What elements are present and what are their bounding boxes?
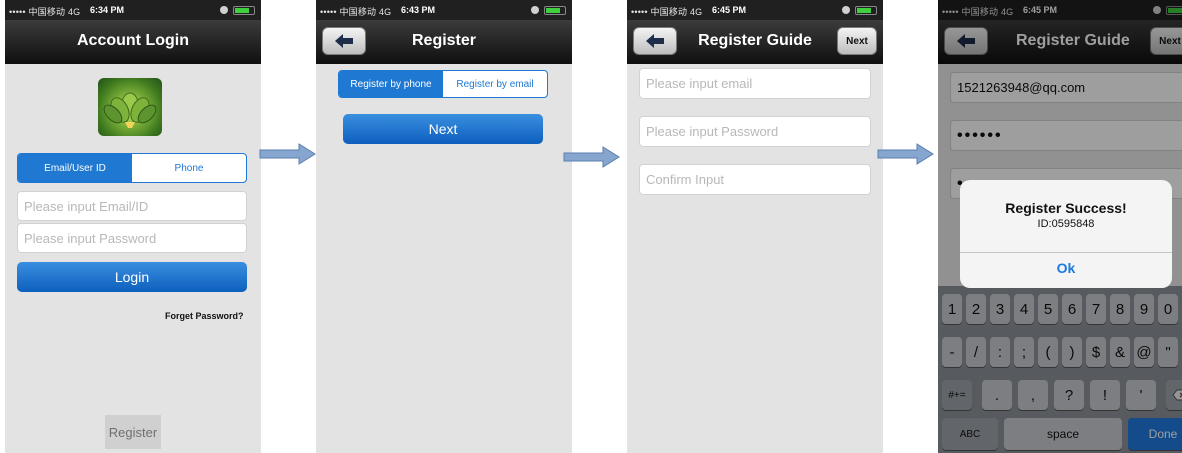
alert-divider [960, 252, 1172, 253]
status-time: 6:43 PM [401, 5, 436, 15]
rotation-lock-icon [531, 6, 539, 14]
account-login-screen: ••••• 中国移动 4G 6:34 PM Account Login Emai… [5, 0, 261, 453]
carrier-label: ••••• 中国移动 4G [320, 7, 392, 17]
password-field[interactable]: Please input Password [17, 223, 247, 253]
password-field[interactable]: Please input Password [639, 116, 871, 147]
tab-register-by-phone[interactable]: Register by phone [339, 71, 443, 97]
status-bar: ••••• 中国移动 4G 6:45 PM [627, 0, 883, 20]
register-success-screen: ••••• 中国移动 4G 6:45 PM Register Guide Nex… [938, 0, 1182, 453]
battery-icon [233, 6, 255, 15]
tab-register-by-email[interactable]: Register by email [443, 71, 547, 97]
tab-phone[interactable]: Phone [132, 154, 246, 182]
nav-bar: Register Guide Next [627, 20, 883, 64]
next-button[interactable]: Next [343, 114, 543, 144]
forget-password-link[interactable]: Forget Password? [165, 311, 244, 321]
flow-arrow-icon [259, 143, 316, 165]
page-title: Register [411, 32, 477, 49]
carrier-label: ••••• 中国移动 4G [631, 7, 703, 17]
rotation-lock-icon [842, 6, 850, 14]
carrier-label: ••••• 中国移动 4G [9, 7, 81, 17]
email-id-field[interactable]: Please input Email/ID [17, 191, 247, 221]
flow-arrow-icon [877, 143, 934, 165]
status-time: 6:45 PM [712, 5, 747, 15]
app-logo-icon [98, 78, 162, 136]
page-title: Account Login [77, 32, 189, 49]
alert-title: Register Success! [1005, 200, 1127, 216]
flow-arrow-icon [563, 146, 620, 168]
nav-bar: Account Login [5, 20, 261, 64]
register-screen: ••••• 中国移动 4G 6:43 PM Register Register … [316, 0, 572, 453]
status-bar: ••••• 中国移动 4G 6:34 PM [5, 0, 261, 20]
register-success-alert: Register Success! ID:0595848 Ok [960, 180, 1172, 288]
register-guide-screen: ••••• 中国移动 4G 6:45 PM Register Guide Nex… [627, 0, 883, 453]
register-button[interactable]: Register [105, 415, 161, 449]
alert-ok-button[interactable]: Ok [960, 260, 1172, 276]
register-type-segment: Register by phone Register by email [338, 70, 548, 98]
status-bar: ••••• 中国移动 4G 6:43 PM [316, 0, 572, 20]
nav-next-button[interactable]: Next [837, 27, 877, 55]
tab-email-user-id[interactable]: Email/User ID [18, 154, 132, 182]
rotation-lock-icon [220, 6, 228, 14]
battery-icon [855, 6, 877, 15]
nav-bar: Register [316, 20, 572, 64]
alert-message: ID:0595848 [1037, 218, 1095, 230]
status-time: 6:34 PM [90, 5, 125, 15]
login-type-segment: Email/User ID Phone [17, 153, 247, 183]
confirm-field[interactable]: Confirm Input [639, 164, 871, 195]
login-button[interactable]: Login [17, 262, 247, 292]
battery-icon [544, 6, 566, 15]
email-field[interactable]: Please input email [639, 68, 871, 99]
